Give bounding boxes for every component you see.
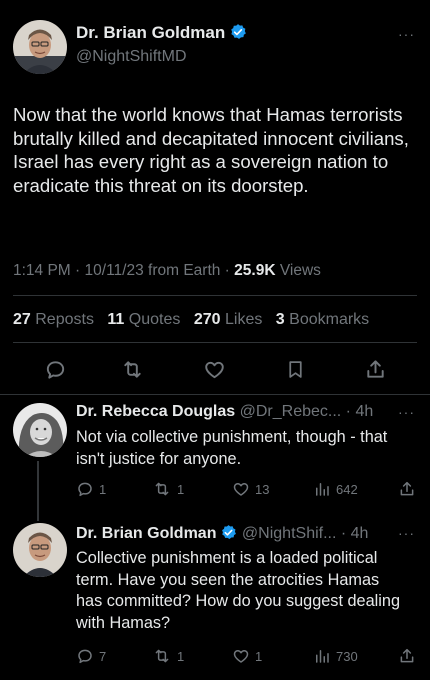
repost-icon — [155, 482, 169, 496]
repost-icon — [124, 360, 141, 378]
bookmark-icon — [289, 360, 302, 378]
reply-1-handle[interactable]: @Dr_Rebec... — [240, 403, 342, 420]
reposts-label: Reposts — [35, 311, 94, 328]
like-button[interactable] — [203, 358, 226, 381]
reply-1-like-button[interactable]: 13 — [232, 480, 269, 498]
views-chart-icon — [316, 650, 329, 663]
views-label: Views — [279, 262, 321, 279]
main-action-bar — [0, 356, 430, 382]
tweet-time[interactable]: 1:14 PM — [13, 262, 71, 279]
like-icon — [205, 361, 224, 378]
author-display-name[interactable]: Dr. Brian Goldman — [76, 23, 247, 46]
reply-2-header: Dr. Brian Goldman @NightShif... · 4h — [76, 524, 368, 546]
views-count: 25.9K — [234, 262, 276, 279]
divider-top — [13, 295, 417, 296]
share-button[interactable] — [364, 358, 387, 381]
engagement-stats: 27 Reposts 11 Quotes 270 Likes 3 Bookmar… — [13, 311, 378, 329]
repost-icon — [155, 649, 169, 663]
divider-bottom — [0, 394, 430, 395]
like-icon — [233, 483, 249, 496]
reply-2-action-bar: 7 1 1 730 — [0, 645, 430, 667]
reply-1-more-icon[interactable]: ··· — [398, 404, 415, 420]
reply-1-repost-button[interactable]: 1 — [152, 480, 184, 498]
reply-2-age[interactable]: 4h — [351, 525, 369, 542]
reply-2-text: Collective punishment is a loaded politi… — [76, 549, 401, 632]
reply-1-views-button[interactable]: 642 — [313, 480, 358, 498]
tweet-meta: 1:14 PM · 10/11/23 from Earth · 25.9K Vi… — [13, 262, 321, 279]
reply-2-avatar[interactable] — [13, 523, 67, 577]
bookmarks-stat[interactable]: 3 Bookmarks — [276, 311, 369, 328]
bookmarks-count: 3 — [275, 311, 285, 328]
reply-2-reply-button[interactable]: 7 — [76, 647, 106, 665]
author-handle[interactable]: @NightShiftMD — [76, 48, 187, 66]
reply-2-reply-count: 7 — [99, 648, 107, 664]
verified-badge-icon — [220, 524, 237, 546]
reply-1-action-bar: 1 1 13 642 — [0, 478, 430, 500]
tweet-date[interactable]: 10/11/23 — [85, 262, 144, 279]
author-avatar[interactable] — [13, 20, 67, 74]
reply-2-display-name[interactable]: Dr. Brian Goldman — [76, 525, 237, 542]
like-icon — [233, 650, 249, 663]
bookmark-button[interactable] — [285, 358, 306, 381]
reply-1-reply-count: 1 — [99, 481, 107, 497]
reply-1-display-name[interactable]: Dr. Rebecca Douglas — [76, 403, 235, 420]
share-icon — [400, 648, 414, 663]
reply-2-views-button[interactable]: 730 — [313, 647, 358, 665]
reposts-stat[interactable]: 27 Reposts — [13, 311, 94, 328]
divider-middle — [13, 342, 417, 343]
reposts-count: 27 — [13, 311, 31, 328]
reply-1-repost-count: 1 — [177, 481, 185, 497]
author-name-text[interactable]: Dr. Brian Goldman — [76, 23, 225, 42]
reply-1-dot: · — [341, 403, 356, 420]
likes-label: Likes — [224, 311, 263, 328]
reply-2-like-count: 1 — [255, 648, 263, 664]
reply-1-age[interactable]: 4h — [355, 403, 373, 420]
quotes-label: Quotes — [128, 311, 181, 328]
reply-1-like-count: 13 — [255, 481, 270, 497]
reply-1-text: Not via collective punishment, though - … — [76, 428, 388, 468]
repost-button[interactable] — [120, 358, 145, 381]
reply-1-header: Dr. Rebecca Douglas @Dr_Rebec... · 4h — [76, 403, 373, 421]
tweet-text: Now that the world knows that Hamas terr… — [13, 104, 409, 196]
reply-2-repost-count: 1 — [177, 648, 185, 664]
reply-2-repost-button[interactable]: 1 — [152, 647, 184, 665]
reply-icon — [78, 482, 92, 497]
reply-2-handle[interactable]: @NightShif... — [242, 525, 337, 542]
verified-badge-icon — [229, 23, 247, 46]
share-icon — [367, 359, 384, 378]
reply-1-avatar[interactable] — [13, 403, 67, 457]
tweet-source: from Earth — [148, 262, 221, 279]
reply-2-more-icon[interactable]: ··· — [398, 525, 415, 541]
reply-2-name-text[interactable]: Dr. Brian Goldman — [76, 525, 216, 542]
reply-2-like-button[interactable]: 1 — [232, 647, 262, 665]
reply-1-view-count: 642 — [336, 481, 358, 497]
quotes-stat[interactable]: 11 Quotes — [107, 311, 180, 328]
reply-2-dot: · — [336, 525, 351, 542]
reply-2-share-button[interactable] — [398, 647, 416, 665]
reply-icon — [78, 649, 92, 664]
likes-count: 270 — [193, 311, 221, 328]
reply-icon — [46, 360, 65, 379]
reply-2-view-count: 730 — [336, 648, 358, 664]
likes-stat[interactable]: 270 Likes — [194, 311, 263, 328]
reply-1-reply-button[interactable]: 1 — [76, 480, 106, 498]
share-icon — [400, 481, 414, 496]
quotes-count: 11 — [107, 311, 125, 328]
reply-button[interactable] — [44, 358, 67, 381]
reply-1-share-button[interactable] — [398, 480, 416, 498]
more-options-icon[interactable]: ··· — [398, 26, 415, 42]
bookmarks-label: Bookmarks — [289, 311, 370, 328]
views-chart-icon — [316, 483, 329, 496]
